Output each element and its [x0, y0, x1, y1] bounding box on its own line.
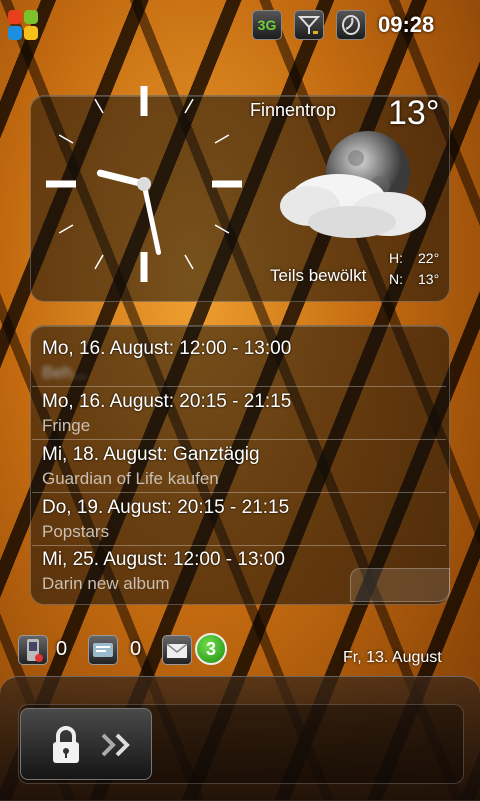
calendar-event[interactable]: Do, 19. August: 20:15 - 21:15 Popstars [42, 497, 442, 542]
missed-call-icon[interactable] [18, 635, 48, 665]
analog-clock[interactable] [40, 80, 250, 290]
low-label: N: [389, 271, 403, 287]
calendar-event[interactable]: Mi, 18. August: Ganztägig Guardian of Li… [42, 444, 442, 489]
event-title: Popstars [42, 522, 110, 541]
clock-tick [184, 254, 194, 270]
clock-tick [94, 254, 104, 270]
status-time[interactable]: 09:28 [378, 12, 434, 38]
calendar-event[interactable]: Mo, 16. August: 20:15 - 21:15 Fringe [42, 391, 442, 436]
sms-icon[interactable] [88, 635, 118, 665]
low-temp: 13° [418, 271, 440, 287]
weather-temperature: 13° [388, 94, 440, 132]
divider [32, 492, 446, 493]
unlock-slider[interactable] [20, 708, 152, 780]
cloudy-moon-icon [280, 131, 426, 238]
weather-condition: Teils bewölkt [270, 266, 367, 285]
event-title: Beh... [42, 363, 87, 382]
missed-call-count: 0 [56, 638, 68, 660]
clock-tick [214, 224, 230, 234]
sound-icon[interactable] [336, 10, 366, 40]
clock-minute-hand [141, 181, 162, 255]
current-date: Fr, 13. August [343, 649, 442, 666]
event-title: Fringe [42, 416, 91, 435]
high-temp: 22° [418, 250, 440, 266]
clock-tick [94, 98, 104, 114]
weather-city: Finnentrop [250, 100, 337, 120]
signal-icon[interactable] [294, 10, 324, 40]
divider [32, 545, 446, 546]
clock-center [137, 177, 151, 191]
network-label: 3G [257, 17, 277, 33]
event-date: Mi, 18. August: Ganztägig [42, 444, 260, 465]
event-date: Mo, 16. August: 20:15 - 21:15 [42, 391, 292, 412]
event-title: Guardian of Life kaufen [42, 469, 219, 488]
calendar-scroll-tab[interactable] [350, 568, 450, 602]
chevron-right-icon [101, 733, 130, 757]
divider [32, 386, 446, 387]
3g-icon[interactable]: 3G [252, 10, 282, 40]
status-bar: 3G 09:28 [0, 0, 480, 50]
event-date: Do, 19. August: 20:15 - 21:15 [42, 497, 290, 518]
email-count-badge: 3 [195, 633, 227, 665]
divider [32, 439, 446, 440]
calendar-event[interactable]: Mo, 16. August: 12:00 - 13:00 Beh... [42, 338, 442, 383]
event-date: Mo, 16. August: 12:00 - 13:00 [42, 338, 292, 359]
lock-icon [53, 726, 79, 763]
email-count: 3 [205, 638, 216, 659]
clock-tick [58, 224, 74, 234]
high-label: H: [389, 250, 403, 266]
sms-count: 0 [130, 638, 142, 660]
clock-tick [58, 134, 74, 144]
clock-tick [184, 98, 194, 114]
email-icon[interactable] [162, 635, 192, 665]
windows-start-icon[interactable] [8, 10, 38, 40]
clock-tick [214, 134, 230, 144]
